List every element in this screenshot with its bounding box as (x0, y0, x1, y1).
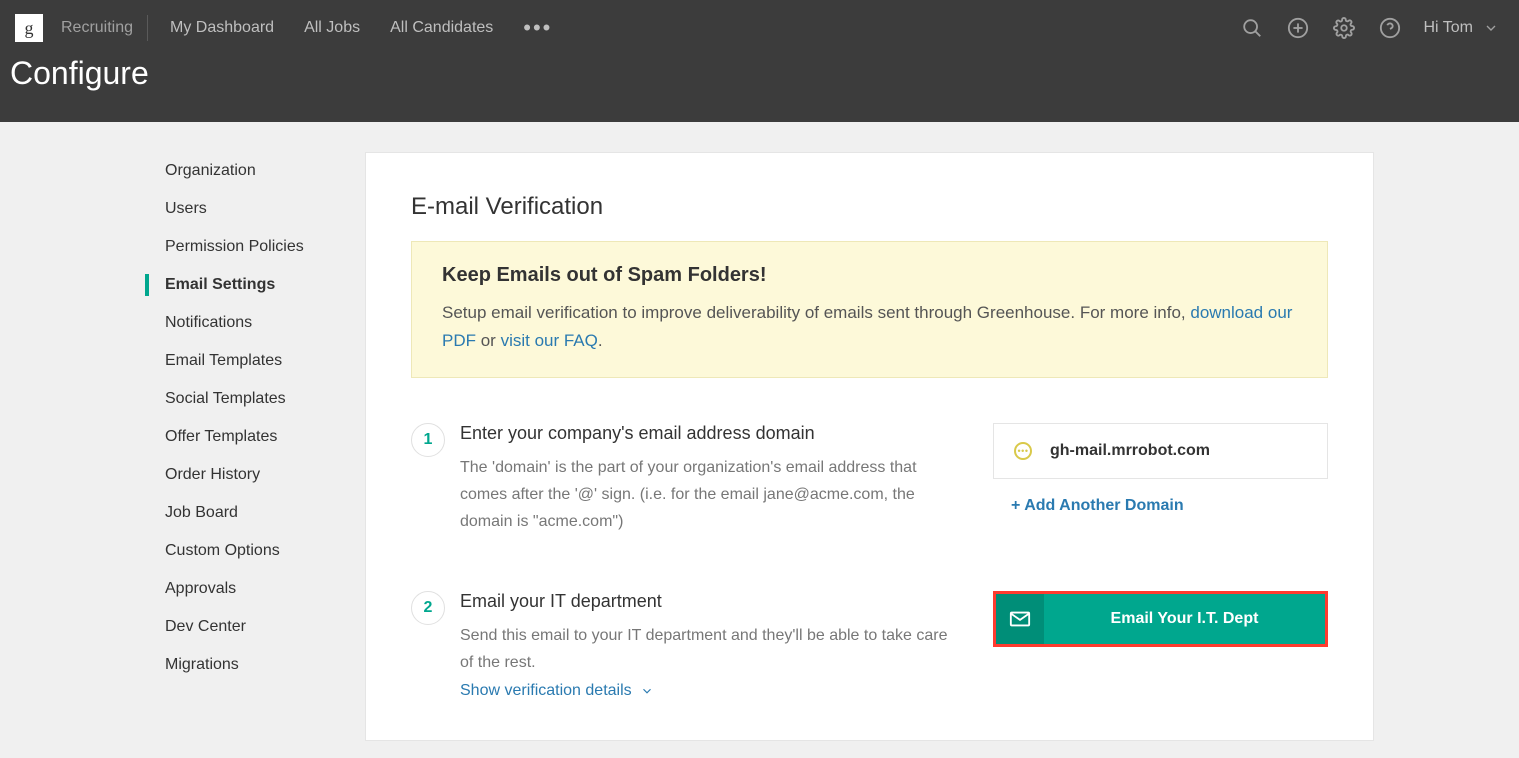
logo-glyph: g (25, 19, 34, 37)
alert-link-faq[interactable]: visit our FAQ (501, 331, 598, 350)
page-body: Organization Users Permission Policies E… (0, 122, 1519, 741)
divider (147, 15, 148, 41)
step-content: Enter your company's email address domai… (460, 423, 978, 536)
help-icon[interactable] (1378, 16, 1402, 40)
step-description: Send this email to your IT department an… (460, 622, 958, 676)
add-icon[interactable] (1286, 16, 1310, 40)
user-greeting-text: Hi Tom (1424, 19, 1474, 37)
sidebar-item-offer-templates[interactable]: Offer Templates (145, 418, 335, 456)
topbar-left: g Recruiting My Dashboard All Jobs All C… (15, 14, 552, 42)
alert-spam: Keep Emails out of Spam Folders! Setup e… (411, 241, 1328, 378)
step-side: Email Your I.T. Dept (993, 591, 1328, 647)
pending-icon: ••• (1014, 442, 1032, 460)
alert-text-joiner: or (476, 331, 501, 350)
step-2: 2 Email your IT department Send this ema… (411, 591, 1328, 700)
main-panel: E-mail Verification Keep Emails out of S… (365, 152, 1374, 741)
alert-text-prefix: Setup email verification to improve deli… (442, 303, 1190, 322)
alert-text-suffix: . (598, 331, 603, 350)
nav-my-dashboard[interactable]: My Dashboard (170, 19, 274, 37)
chevron-down-icon (640, 684, 654, 698)
sidebar-item-organization[interactable]: Organization (145, 152, 335, 190)
sidebar-item-email-settings[interactable]: Email Settings (145, 266, 335, 304)
step-1: 1 Enter your company's email address dom… (411, 423, 1328, 536)
sidebar-item-social-templates[interactable]: Social Templates (145, 380, 335, 418)
chevron-down-icon (1483, 20, 1499, 36)
sidebar-item-migrations[interactable]: Migrations (145, 646, 335, 684)
sidebar-item-approvals[interactable]: Approvals (145, 570, 335, 608)
nav-all-candidates[interactable]: All Candidates (390, 19, 493, 37)
email-it-dept-button[interactable]: Email Your I.T. Dept (993, 591, 1328, 647)
topbar: g Recruiting My Dashboard All Jobs All C… (0, 0, 1519, 55)
user-menu[interactable]: Hi Tom (1424, 19, 1500, 37)
sidebar-item-dev-center[interactable]: Dev Center (145, 608, 335, 646)
sidebar: Organization Users Permission Policies E… (145, 152, 335, 684)
sidebar-item-email-templates[interactable]: Email Templates (145, 342, 335, 380)
nav-all-jobs[interactable]: All Jobs (304, 19, 360, 37)
alert-text: Setup email verification to improve deli… (442, 299, 1297, 355)
subheader: Configure (0, 55, 1519, 122)
step-title: Enter your company's email address domai… (460, 423, 958, 444)
alert-heading: Keep Emails out of Spam Folders! (442, 264, 1297, 287)
step-side: ••• gh-mail.mrrobot.com + Add Another Do… (993, 423, 1328, 515)
sidebar-item-job-board[interactable]: Job Board (145, 494, 335, 532)
domain-name: gh-mail.mrrobot.com (1050, 442, 1210, 460)
step-title: Email your IT department (460, 591, 958, 612)
nav-more-icon[interactable]: ••• (523, 17, 552, 39)
add-domain-link[interactable]: + Add Another Domain (993, 497, 1328, 515)
sidebar-item-permission-policies[interactable]: Permission Policies (145, 228, 335, 266)
sidebar-item-notifications[interactable]: Notifications (145, 304, 335, 342)
panel-title: E-mail Verification (411, 193, 1328, 221)
sidebar-item-order-history[interactable]: Order History (145, 456, 335, 494)
sidebar-item-custom-options[interactable]: Custom Options (145, 532, 335, 570)
step-link-text: Show verification details (460, 682, 632, 700)
step-content: Email your IT department Send this email… (460, 591, 978, 700)
sidebar-item-users[interactable]: Users (145, 190, 335, 228)
topbar-right: Hi Tom (1240, 16, 1505, 40)
page-title: Configure (10, 55, 1509, 92)
show-verification-details-link[interactable]: Show verification details (460, 682, 654, 700)
step-number-badge: 2 (411, 591, 445, 625)
step-number-badge: 1 (411, 423, 445, 457)
cta-label: Email Your I.T. Dept (1044, 594, 1325, 644)
step-description: The 'domain' is the part of your organiz… (460, 454, 958, 536)
logo[interactable]: g (15, 14, 43, 42)
mail-icon (996, 594, 1044, 644)
product-label: Recruiting (61, 19, 133, 37)
domain-card[interactable]: ••• gh-mail.mrrobot.com (993, 423, 1328, 479)
gear-icon[interactable] (1332, 16, 1356, 40)
search-icon[interactable] (1240, 16, 1264, 40)
